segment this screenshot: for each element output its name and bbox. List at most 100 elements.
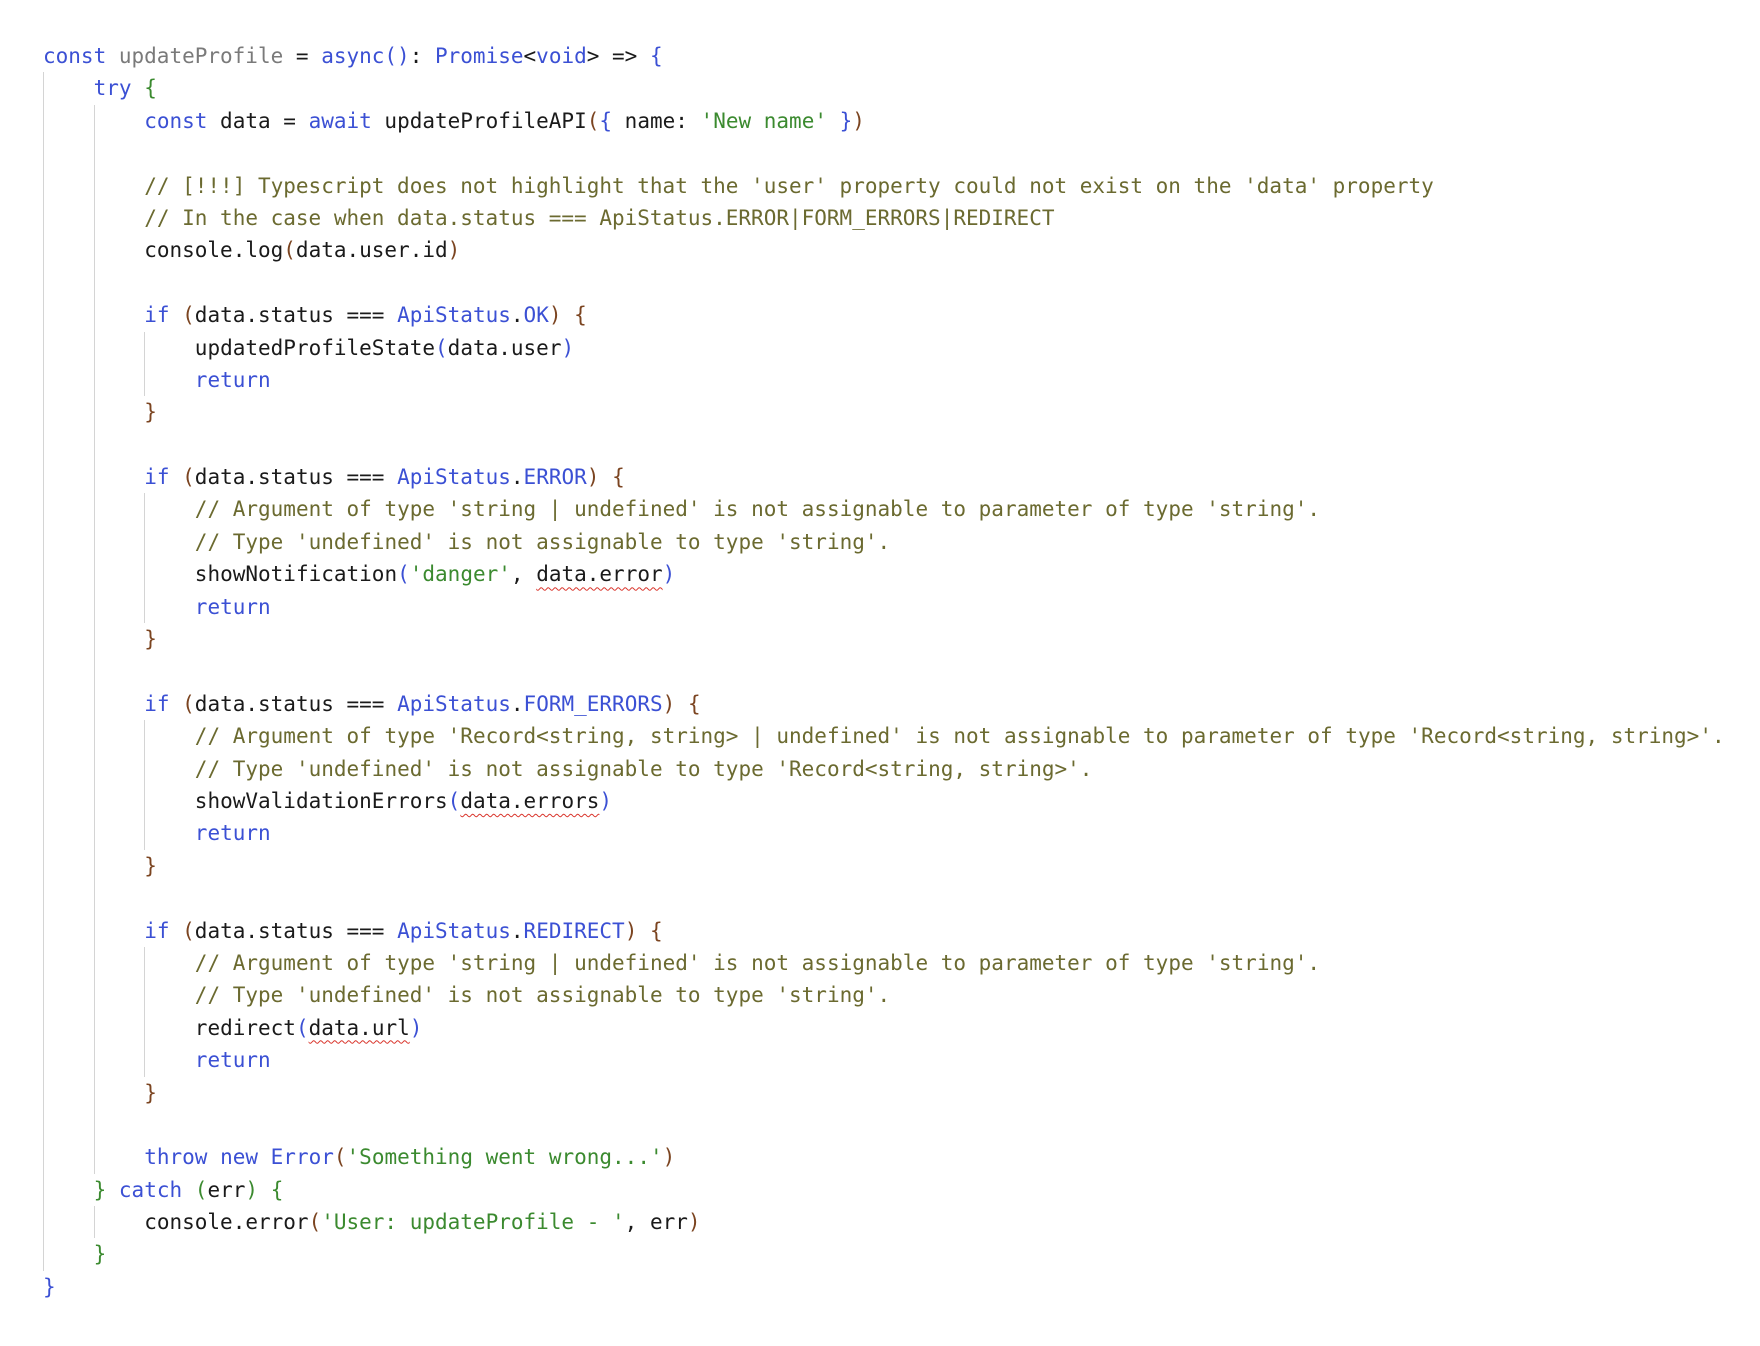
indent-guide [43, 914, 44, 947]
code-line[interactable]: return [43, 817, 1725, 850]
code-line[interactable]: return [43, 363, 1725, 397]
indent-guide [93, 687, 95, 721]
code-line[interactable]: throw new Error('Something went wrong...… [43, 1141, 1725, 1174]
code-line[interactable]: } [43, 623, 1725, 656]
code-line[interactable] [43, 137, 1725, 170]
indent-guide [144, 1044, 146, 1077]
bracket-token: () [384, 44, 410, 68]
indent-guide [43, 655, 44, 688]
bracket-token: { [687, 691, 701, 716]
code-line[interactable]: const data = await updateProfileAPI({ na… [43, 104, 1725, 138]
indent-guide [93, 363, 95, 397]
code-token: updatedProfileState [194, 335, 436, 360]
bracket-token: } [93, 1242, 107, 1267]
code-line[interactable] [43, 428, 1725, 462]
indent-guide [43, 234, 44, 267]
indent-guide [43, 1173, 44, 1207]
code-line[interactable] [43, 266, 1725, 300]
code-line[interactable]: if (data.status === ApiStatus.REDIRECT) … [43, 914, 1725, 947]
code-line[interactable]: } [43, 1238, 1725, 1271]
code-line[interactable]: } [43, 1076, 1725, 1109]
keyword-token: catch [118, 1177, 183, 1202]
comment-token: // Type 'undefined' is not assignable to… [194, 529, 891, 554]
code-line[interactable]: // In the case when data.status === ApiS… [43, 201, 1725, 235]
type-token: ApiStatus [397, 303, 511, 328]
indent-guide [43, 493, 44, 526]
indent-guide [43, 979, 44, 1012]
code-line[interactable]: // Argument of type 'string | undefined'… [43, 946, 1725, 980]
bracket-token: ( [182, 918, 195, 943]
type-token: ApiStatus [397, 918, 511, 943]
indent-guide [93, 104, 95, 138]
code-line[interactable]: console.log(data.user.id) [43, 234, 1725, 267]
bracket-token: } [93, 1177, 107, 1202]
code-line[interactable]: if (data.status === ApiStatus.OK) { [43, 299, 1725, 332]
code-line[interactable]: // Type 'undefined' is not assignable to… [43, 979, 1725, 1012]
code-line[interactable]: console.error('User: updateProfile - ', … [43, 1206, 1725, 1239]
bracket-token: ( [447, 788, 461, 813]
indent-guide [43, 752, 44, 785]
indent-guide [93, 461, 95, 494]
indent-guide [43, 1044, 44, 1077]
indent-guide [43, 882, 44, 915]
indent-guide [93, 266, 95, 300]
indent-guide [93, 1206, 95, 1239]
code-line[interactable]: // Type 'undefined' is not assignable to… [43, 752, 1725, 785]
code-line[interactable]: } [43, 849, 1725, 883]
indent-guide [93, 525, 95, 559]
code-token: data.status === [194, 303, 398, 328]
code-line[interactable]: const updateProfile = async(): Promise<v… [43, 40, 1725, 72]
indent-guide [43, 1206, 44, 1239]
code-line[interactable]: updatedProfileState(data.user) [43, 331, 1725, 364]
code-line[interactable]: return [43, 1044, 1725, 1077]
code-line[interactable]: showValidationErrors(data.errors) [43, 784, 1725, 818]
bracket-token: ) [599, 788, 613, 813]
code-line[interactable]: showNotification('danger', data.error) [43, 558, 1725, 591]
type-token: ApiStatus [397, 465, 511, 490]
code-line[interactable] [43, 1108, 1725, 1142]
comment-token: // Argument of type 'string | undefined'… [194, 497, 1321, 522]
code-token: data.status === [194, 918, 398, 943]
code-line[interactable]: // [!!!] Typescript does not highlight t… [43, 169, 1725, 202]
bracket-token: { [270, 1177, 284, 1202]
bracket-token: ) [662, 691, 676, 716]
code-line[interactable]: // Argument of type 'Record<string, stri… [43, 720, 1725, 753]
indent-guide [43, 201, 44, 235]
code-line[interactable]: // Argument of type 'string | undefined'… [43, 493, 1725, 526]
keyword-token: const [144, 108, 208, 133]
indent-guide [144, 720, 146, 753]
indent-guide [43, 1076, 44, 1109]
indent-guide [93, 784, 95, 818]
code-line[interactable] [43, 655, 1725, 688]
code-editor[interactable]: const updateProfile = async(): Promise<v… [43, 40, 1725, 1303]
indent-guide [43, 817, 44, 850]
code-line[interactable]: } [43, 396, 1725, 429]
code-line[interactable]: } catch (err) { [43, 1173, 1725, 1207]
code-line[interactable]: } [43, 1271, 1725, 1303]
bracket-token: ( [333, 1145, 347, 1170]
bracket-token: ) [662, 562, 676, 587]
code-line[interactable]: if (data.status === ApiStatus.ERROR) { [43, 461, 1725, 494]
code-line[interactable]: return [43, 590, 1725, 624]
indent-guide [93, 979, 95, 1012]
indent-guide [43, 525, 44, 559]
code-line[interactable]: // Type 'undefined' is not assignable to… [43, 525, 1725, 559]
code-line[interactable]: try { [43, 72, 1725, 105]
bracket-token: ) [561, 335, 575, 360]
indent-guide [144, 979, 146, 1012]
code-token: console.error [144, 1210, 309, 1235]
code-line[interactable]: if (data.status === ApiStatus.FORM_ERROR… [43, 687, 1725, 721]
indent-guide [93, 1141, 95, 1174]
type-token: void [536, 44, 587, 68]
code-line[interactable]: redirect(data.url) [43, 1011, 1725, 1045]
code-token: . [510, 918, 524, 943]
indent-guide [93, 655, 95, 688]
indent-guide [93, 1011, 95, 1045]
code-line[interactable] [43, 882, 1725, 915]
keyword-token: try [93, 76, 132, 101]
